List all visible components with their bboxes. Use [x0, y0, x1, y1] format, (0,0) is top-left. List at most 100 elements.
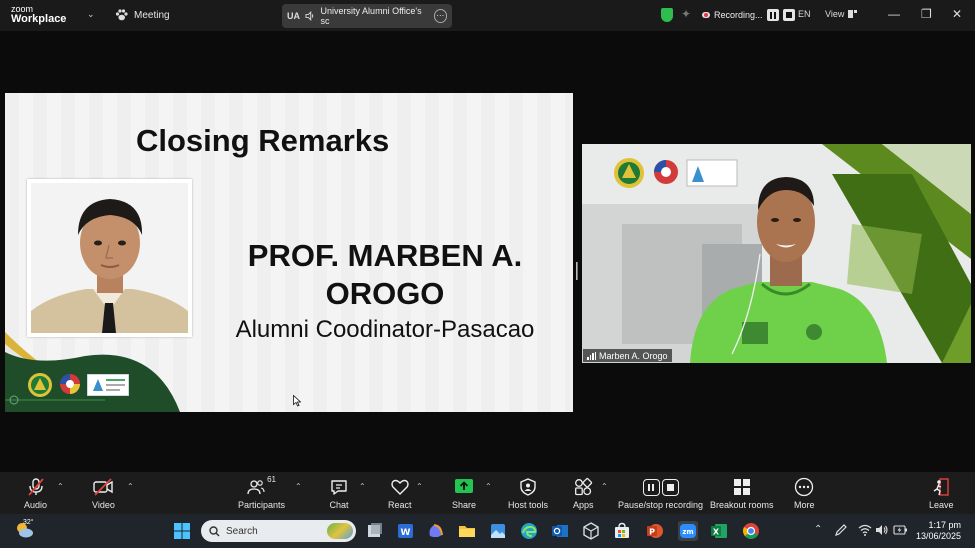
participants-options-caret-icon[interactable]: ⌃	[295, 482, 302, 491]
cube-app-icon[interactable]	[581, 521, 601, 541]
zoom-workplace-logo[interactable]: zoom Workplace	[11, 4, 67, 25]
copilot-app-icon[interactable]	[426, 521, 446, 541]
edge-browser-icon[interactable]	[519, 521, 539, 541]
taskbar-search-input[interactable]: Search	[201, 520, 356, 542]
share-initials: UA	[287, 11, 300, 21]
windows-taskbar: 32° Search W P zm X ⌃ 1:17 pm 13/06/2025	[0, 514, 975, 548]
audio-label: Audio	[24, 500, 48, 510]
zoom-app-icon[interactable]: zm	[678, 521, 698, 541]
participants-label: Participants	[238, 500, 286, 510]
screen-share-indicator[interactable]: UA University Alumni Office's sc ⋯	[282, 4, 452, 28]
encryption-shield-icon[interactable]	[661, 8, 673, 22]
portrait-image	[31, 183, 188, 333]
word-app-icon[interactable]: W	[395, 521, 415, 541]
svg-text:W: W	[401, 528, 411, 538]
minimize-icon[interactable]: —	[888, 7, 900, 21]
show-hidden-icons-caret-icon[interactable]: ⌃	[814, 524, 822, 535]
recording-indicator[interactable]: Recording...	[702, 9, 795, 21]
video-options-caret-icon[interactable]: ⌃	[127, 482, 134, 491]
pause-icon	[769, 11, 776, 19]
more-options-icon[interactable]: ⋯	[433, 9, 447, 23]
slide-decor-wave	[5, 332, 180, 412]
search-highlight-icon	[327, 523, 353, 539]
participant-video-feed	[582, 144, 971, 363]
microphone-muted-icon	[27, 478, 44, 496]
system-clock[interactable]: 1:17 pm 13/06/2025	[916, 520, 961, 542]
meeting-label: Meeting	[134, 9, 170, 21]
clock-time: 1:17 pm	[928, 520, 962, 530]
react-label: React	[388, 500, 412, 510]
participant-video-tile[interactable]: Marben A. Orogo	[582, 144, 971, 363]
chat-button[interactable]: Chat	[329, 477, 349, 510]
ai-companion-icon[interactable]: ✦	[681, 7, 691, 21]
windows-start-icon[interactable]	[172, 521, 192, 541]
search-icon	[209, 525, 220, 536]
zoom-window: zoom Workplace ⌄ Meeting UA University A…	[0, 0, 975, 548]
battery-charging-icon[interactable]	[893, 524, 908, 536]
logo-line2: Workplace	[11, 13, 67, 25]
meeting-toolbar: Audio ⌃ Video ⌃ 61 Participants ⌃ Chat ⌃…	[0, 472, 975, 514]
bagong-pilipinas-logo	[60, 374, 80, 394]
slide-title: Closing Remarks	[136, 123, 390, 158]
close-icon[interactable]: ✕	[952, 7, 962, 21]
participant-name: Marben A. Orogo	[599, 350, 668, 361]
pause-recording-button[interactable]	[766, 9, 779, 21]
store-app-icon[interactable]	[612, 521, 632, 541]
svg-text:zm: zm	[682, 528, 693, 536]
apps-options-caret-icon[interactable]: ⌃	[601, 482, 608, 491]
signal-strength-icon	[587, 351, 596, 360]
wifi-icon[interactable]	[858, 523, 872, 537]
react-options-caret-icon[interactable]: ⌃	[416, 482, 423, 491]
audio-button[interactable]: Audio	[24, 477, 47, 510]
iso-certification-logo	[87, 374, 129, 396]
leave-button[interactable]: Leave	[929, 477, 954, 510]
volume-icon[interactable]	[875, 523, 889, 537]
more-icon	[795, 477, 814, 497]
view-label: View	[825, 9, 845, 19]
task-view-icon[interactable]	[364, 521, 384, 541]
pause-recording-icon	[642, 478, 660, 496]
participants-icon	[247, 480, 265, 495]
apps-button[interactable]: Apps	[573, 477, 594, 510]
video-off-icon	[93, 478, 114, 496]
stop-recording-button[interactable]	[782, 9, 795, 21]
clock-date: 13/06/2025	[916, 531, 962, 541]
paw-icon	[115, 9, 128, 21]
pen-tablet-icon[interactable]	[834, 523, 848, 537]
split-view-divider[interactable]	[576, 262, 578, 280]
chevron-down-icon[interactable]: ⌄	[87, 9, 95, 20]
participants-button[interactable]: 61 Participants	[238, 475, 286, 510]
view-menu[interactable]: View	[825, 9, 858, 19]
audio-options-caret-icon[interactable]: ⌃	[57, 482, 64, 491]
chat-options-caret-icon[interactable]: ⌃	[359, 482, 366, 491]
chrome-browser-icon[interactable]	[741, 521, 761, 541]
language-selector[interactable]: EN	[798, 9, 811, 19]
restore-icon[interactable]: ❐	[921, 7, 932, 21]
participant-name-tag: Marben A. Orogo	[583, 349, 672, 362]
search-placeholder: Search	[226, 525, 258, 537]
share-title: University Alumni Office's sc	[320, 6, 422, 26]
file-explorer-icon[interactable]	[457, 521, 477, 541]
pause-stop-recording-button[interactable]: Pause/stop recording	[618, 477, 703, 510]
photos-app-icon[interactable]	[488, 521, 508, 541]
slide-logos	[27, 372, 129, 398]
breakout-rooms-icon	[733, 479, 750, 495]
breakout-rooms-button[interactable]: Breakout rooms	[710, 477, 774, 510]
excel-app-icon[interactable]: X	[709, 521, 729, 541]
more-button[interactable]: More	[794, 477, 815, 510]
outlook-app-icon[interactable]	[550, 521, 570, 541]
speaker-photo	[27, 179, 192, 337]
video-button[interactable]: Video	[92, 477, 115, 510]
video-label: Video	[92, 500, 115, 510]
host-tools-button[interactable]: Host tools	[508, 477, 548, 510]
meeting-tab[interactable]: Meeting	[115, 9, 170, 21]
share-options-caret-icon[interactable]: ⌃	[485, 482, 492, 491]
share-label: Share	[452, 500, 477, 510]
shared-screen: Closing Remarks PROF. MARBEN A. OROGO Al…	[5, 93, 573, 412]
react-button[interactable]: React	[388, 477, 412, 510]
powerpoint-app-icon[interactable]: P	[645, 521, 665, 541]
grid-view-icon	[848, 10, 858, 18]
apps-label: Apps	[573, 500, 594, 510]
share-button[interactable]: Share	[452, 477, 476, 510]
shield-icon	[520, 478, 536, 496]
